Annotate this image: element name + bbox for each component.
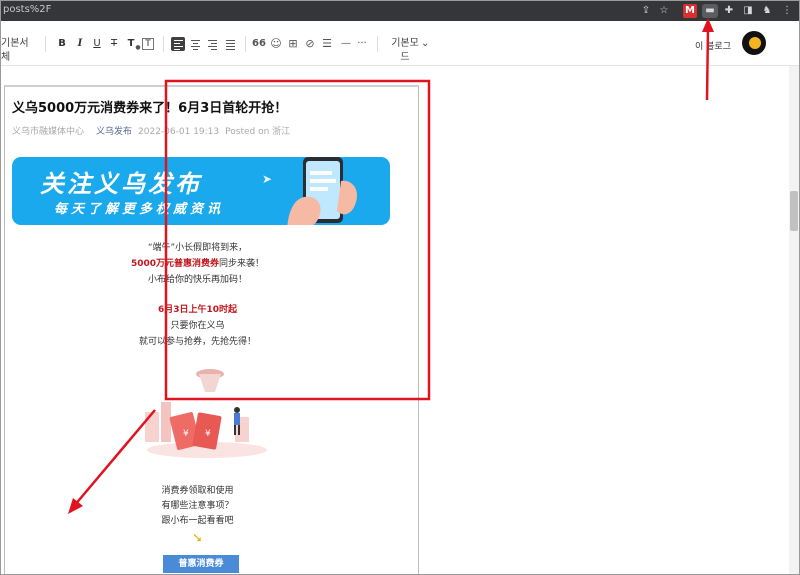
article-preview-card: 义乌5000万元消费券来了！6月3日首轮开抢！ 义乌市融媒体中心 义乌发布 2022…: [4, 85, 419, 575]
emoji-icon[interactable]: ☺: [269, 37, 283, 51]
table-icon[interactable]: ⊞: [286, 37, 300, 51]
avatar[interactable]: [742, 31, 766, 55]
start-time-highlight: 6月3日上午10时起: [157, 305, 238, 315]
bullet-list-icon[interactable]: ☰: [320, 37, 334, 51]
extension-active-icon[interactable]: ▬: [702, 4, 718, 18]
chevron-down-icon[interactable]: ⌄: [421, 37, 429, 51]
strikethrough-button[interactable]: T: [107, 37, 121, 51]
extensions-puzzle-icon[interactable]: ✚: [722, 4, 736, 18]
article-datetime: 2022-06-01 19:13: [138, 127, 220, 137]
share-icon[interactable]: ⇪: [639, 4, 653, 18]
banner-headline: 关注义乌发布: [40, 170, 202, 198]
account-link[interactable]: 义乌发布: [96, 127, 132, 137]
browser-address-bar[interactable]: posts%2F ⇪ ☆ M ▬ ✚ ◨ ♞ ⋮: [1, 1, 799, 21]
paragraph-in-yiwu: 只要你在义乌: [170, 321, 225, 331]
coupon-amount-rest: 同步来袭！: [219, 259, 265, 269]
bookmark-star-icon[interactable]: ☆: [657, 4, 671, 18]
side-panel-icon[interactable]: ◨: [741, 4, 755, 18]
coupon-heading-pill: 普惠消费券: [163, 555, 239, 573]
align-center-button[interactable]: [188, 37, 202, 51]
hand-phone-illustration: [287, 157, 358, 225]
svg-text:¥: ¥: [183, 429, 189, 439]
toolbar-divider: [45, 36, 46, 52]
horizontal-rule-icon[interactable]: —: [339, 37, 353, 51]
posted-location: Posted on 浙江: [225, 127, 291, 137]
align-justify-icon: [225, 40, 235, 50]
align-left-button[interactable]: [171, 37, 185, 51]
toolbar-divider: [377, 36, 378, 52]
article-title: 义乌5000万元消费券来了！6月3日首轮开抢！: [12, 101, 288, 116]
font-style-select[interactable]: 기본서체: [1, 37, 35, 63]
toolbar-divider: [163, 36, 164, 52]
user-name[interactable]: 이 블로그: [695, 39, 731, 52]
paragraph-holiday: “端午”小长假即将到来，: [147, 243, 248, 253]
svg-text:¥: ¥: [205, 429, 211, 439]
article-meta: 义乌市融媒体中心 义乌发布 2022-06-01 19:13 Posted on 浙江: [12, 124, 290, 137]
text-color-dot-icon: ●: [135, 44, 141, 51]
editor-mode-select[interactable]: 기본모드: [388, 37, 422, 63]
link-icon[interactable]: ⊘: [303, 37, 317, 51]
coupon-illustration: ¥ ¥: [145, 369, 267, 458]
underline-button[interactable]: U: [90, 37, 104, 51]
align-center-icon: [190, 40, 200, 50]
bold-button[interactable]: B: [55, 37, 69, 51]
arrow-down-right-icon: ➘: [192, 531, 203, 546]
toolbar-divider: [245, 36, 246, 52]
align-left-icon: [173, 40, 183, 50]
follow-banner-image: 关注义乌发布 每天了解更多权威资讯 ➤: [12, 157, 390, 225]
paragraph-usage: 消费券领取和使用: [161, 486, 234, 496]
italic-button[interactable]: I: [73, 37, 87, 51]
paragraph-happiness: 小布给你的快乐再加码！: [147, 275, 247, 285]
browser-menu-icon[interactable]: ⋮: [780, 4, 794, 18]
gmail-extension-icon[interactable]: M: [683, 4, 697, 18]
paragraph-grab: 就可以参与抢券，先抢先得！: [138, 337, 256, 347]
text-background-button[interactable]: T: [142, 38, 154, 50]
quote-button[interactable]: 66: [252, 37, 266, 51]
page-scrollbar[interactable]: [789, 66, 799, 574]
editor-content-area[interactable]: 义乌5000万元消费券来了！6月3日首轮开抢！ 义乌市融媒体中心 义乌发布 2022…: [1, 66, 799, 575]
coupon-amount-highlight: 5000万元普惠消费券: [130, 259, 220, 269]
banner-subline: 每天了解更多权威资讯: [54, 202, 225, 217]
profile-icon[interactable]: ♞: [760, 4, 774, 18]
paragraph-notes: 有哪些注意事项？: [161, 501, 234, 511]
more-options-button[interactable]: ···: [355, 37, 369, 51]
align-justify-button[interactable]: [223, 37, 237, 51]
editor-toolbar: 기본서체 B I U T T ● T 66 ☺ ⊞ ⊘ ☰ — ··· 기본모드…: [1, 21, 799, 66]
paragraph-look: 跟小布一起看看吧: [161, 516, 234, 526]
align-right-icon: [207, 40, 217, 50]
article-source: 义乌市融媒体中心: [12, 127, 85, 137]
address-url-text[interactable]: posts%2F: [3, 4, 51, 15]
scrollbar-thumb[interactable]: [790, 191, 798, 231]
paragraph-coupon-amount: 5000万元普惠消费券同步来袭！: [5, 256, 390, 269]
align-right-button[interactable]: [205, 37, 219, 51]
